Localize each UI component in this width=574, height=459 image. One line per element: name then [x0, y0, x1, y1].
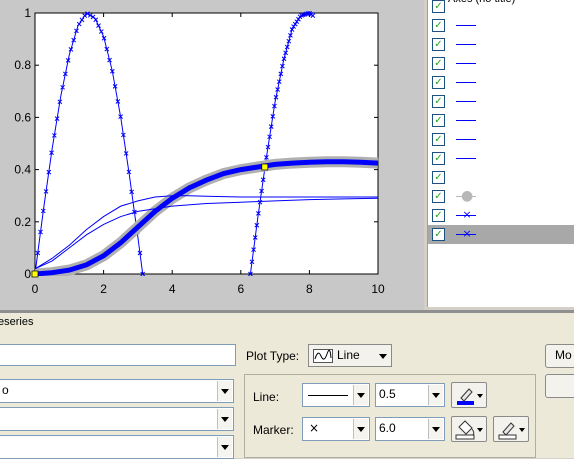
line-swatch — [456, 25, 476, 26]
x-tick-label: 10 — [371, 282, 385, 296]
x-marker-icon: × — [462, 227, 472, 240]
y-tick-label: 0 — [24, 267, 31, 281]
line-style-select[interactable] — [302, 383, 370, 407]
marker-select[interactable]: × — [302, 417, 370, 441]
plot-browser-axes-row[interactable]: ✓Axes (no title) — [428, 0, 574, 16]
chevron-down-icon[interactable] — [376, 346, 390, 365]
pen-icon — [457, 388, 474, 405]
plot-type-label: Plot Type: — [246, 349, 300, 363]
axes-label: Axes (no title) — [448, 0, 515, 5]
axes[interactable]: 0 2 4 6 8 10 0 0.2 0.4 0.6 0.8 1 — [0, 0, 424, 310]
x-tick-label: 2 — [100, 282, 107, 296]
line-swatch — [456, 158, 476, 159]
chevron-down-icon[interactable] — [217, 437, 232, 457]
line-swatch — [456, 120, 476, 121]
plot-browser-row[interactable]: ✓ × — [428, 206, 574, 225]
plot-browser-row[interactable]: ✓ — [428, 16, 574, 35]
plot-browser[interactable]: ✓Axes (no title)✓✓✓✓✓✓✓✓✓✓●✓×✓× — [427, 0, 574, 307]
dot-marker-icon: ● — [461, 188, 474, 204]
solid-line-preview — [308, 395, 348, 396]
z-data-source-select[interactable] — [0, 435, 234, 459]
refresh-data-button[interactable] — [545, 374, 574, 398]
plot-browser-row[interactable]: ✓ — [428, 130, 574, 149]
chevron-down-icon[interactable] — [353, 419, 368, 439]
marker-fill-color-button[interactable] — [451, 416, 487, 442]
plot-browser-row[interactable]: ✓ — [428, 111, 574, 130]
visibility-checkbox[interactable]: ✓ — [432, 0, 445, 13]
chevron-down-icon[interactable] — [217, 381, 232, 401]
visibility-checkbox[interactable]: ✓ — [432, 133, 445, 146]
x-data-source-select[interactable]: o — [0, 379, 234, 403]
editor-title: eseries — [0, 316, 34, 328]
visibility-checkbox[interactable]: ✓ — [432, 190, 445, 203]
y-data-source-select[interactable] — [0, 407, 234, 431]
pen-icon — [498, 422, 517, 440]
y-tick-label: 0.4 — [14, 163, 31, 177]
plot-type-select[interactable]: Line — [308, 344, 392, 367]
line-width-select[interactable]: 0.5 — [375, 383, 445, 407]
chevron-down-icon[interactable] — [428, 419, 443, 439]
chevron-down-icon[interactable] — [353, 385, 368, 405]
plot-browser-row[interactable]: ✓ — [428, 149, 574, 168]
y-tick-label: 1 — [24, 6, 31, 20]
plot-browser-row[interactable]: ✓ ● — [428, 187, 574, 206]
plot-area[interactable]: 0 2 4 6 8 10 0 0.2 0.4 0.6 0.8 1 — [0, 0, 424, 310]
plot-browser-row[interactable]: ✓ — [428, 35, 574, 54]
plot-browser-row[interactable]: ✓ — [428, 168, 574, 187]
y-tick-label: 0.2 — [14, 215, 31, 229]
line-swatch — [456, 82, 476, 83]
x-tick-label: 4 — [169, 282, 176, 296]
x-tick-label: 8 — [306, 282, 313, 296]
line-swatch — [456, 63, 476, 64]
marker-size-select[interactable]: 6.0 — [375, 417, 445, 441]
selection-handle[interactable] — [261, 163, 269, 171]
visibility-checkbox[interactable]: ✓ — [432, 57, 445, 70]
y-tick-label: 0.8 — [14, 58, 31, 72]
more-properties-button[interactable]: Mo — [545, 344, 574, 368]
line-swatch — [456, 44, 476, 45]
line-swatch — [456, 101, 476, 102]
line-swatch — [456, 139, 476, 140]
visibility-checkbox[interactable]: ✓ — [432, 95, 445, 108]
visibility-checkbox[interactable]: ✓ — [432, 152, 445, 165]
display-name-field[interactable] — [0, 344, 236, 366]
visibility-checkbox[interactable]: ✓ — [432, 76, 445, 89]
visibility-checkbox[interactable]: ✓ — [432, 19, 445, 32]
chevron-down-icon[interactable] — [217, 409, 232, 429]
plot-browser-row[interactable]: ✓ × — [428, 225, 574, 244]
x-tick-label: 6 — [237, 282, 244, 296]
visibility-checkbox[interactable]: ✓ — [432, 209, 445, 222]
marker-label: Marker: — [253, 423, 294, 437]
visibility-checkbox[interactable]: ✓ — [432, 171, 445, 184]
line-label: Line: — [253, 390, 280, 404]
line-color-swatch — [457, 401, 474, 405]
visibility-checkbox[interactable]: ✓ — [432, 38, 445, 51]
plot-browser-row[interactable]: ✓ — [428, 54, 574, 73]
selection-handle[interactable] — [31, 270, 39, 278]
chevron-down-icon[interactable] — [428, 385, 443, 405]
property-editor: eseries o Plot Type: Line Line: 0.5 Mark… — [0, 313, 574, 459]
visibility-checkbox[interactable]: ✓ — [432, 228, 445, 241]
plot-browser-row[interactable]: ✓ — [428, 73, 574, 92]
x-marker-icon: × — [462, 208, 472, 221]
paint-bucket-icon — [455, 420, 475, 440]
visibility-checkbox[interactable]: ✓ — [432, 114, 445, 127]
line-color-button[interactable] — [451, 382, 487, 408]
x-tick-label: 0 — [32, 282, 39, 296]
marker-edge-color-button[interactable] — [493, 416, 529, 442]
line-plot-icon — [313, 349, 333, 363]
y-tick-label: 0.6 — [14, 110, 31, 124]
plot-browser-row[interactable]: ✓ — [428, 92, 574, 111]
